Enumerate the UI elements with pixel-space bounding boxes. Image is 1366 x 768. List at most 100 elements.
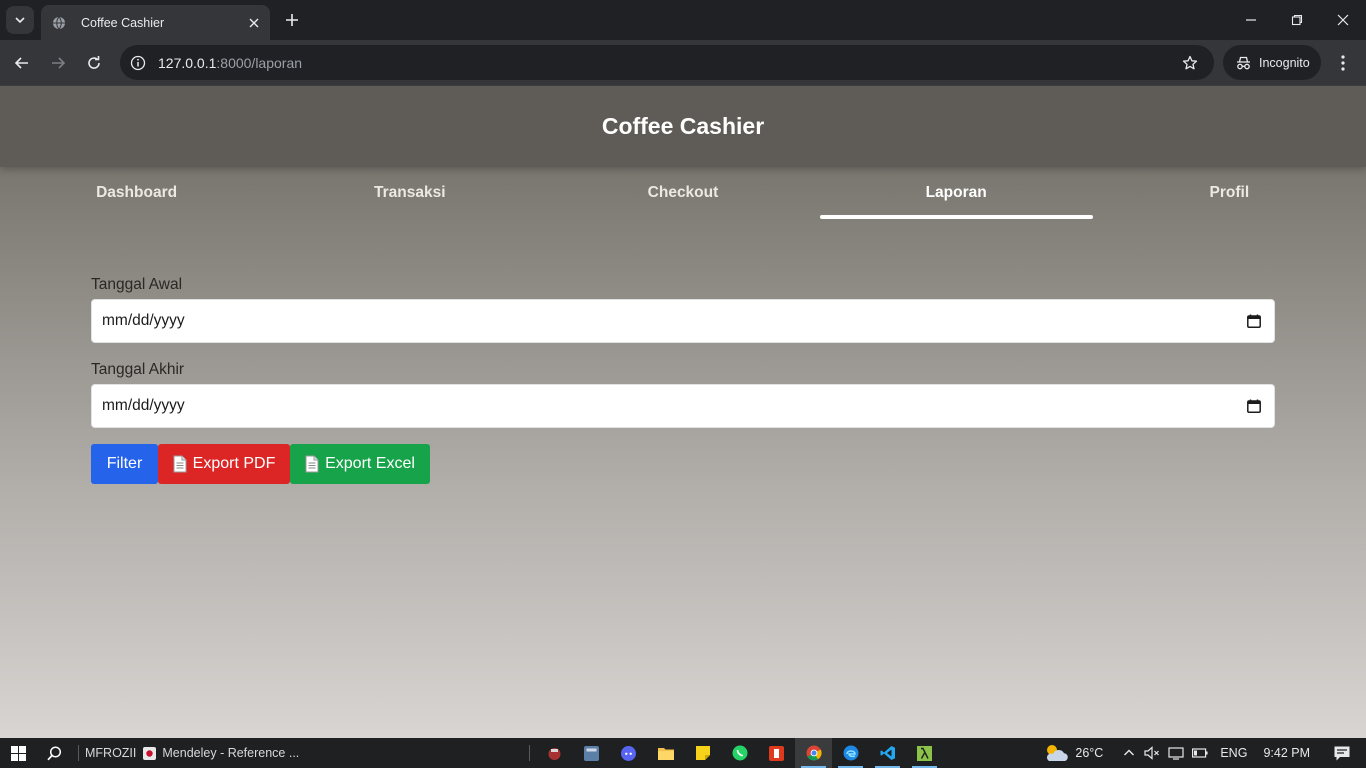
address-bar[interactable]: 127.0.0.1:8000/laporan: [120, 45, 1214, 80]
weather-icon[interactable]: [1043, 743, 1069, 763]
arrow-right-icon: [52, 57, 66, 69]
tab-search-button[interactable]: [6, 6, 34, 34]
taskbar-app-discord[interactable]: [610, 738, 647, 768]
arrow-left-icon: [14, 57, 28, 69]
minimize-button[interactable]: [1228, 0, 1274, 40]
restore-icon: [1291, 14, 1303, 26]
notifications-icon[interactable]: [1334, 746, 1350, 761]
input-language[interactable]: ENG: [1220, 746, 1247, 760]
export-pdf-button[interactable]: Export PDF: [158, 444, 290, 484]
page-viewport: Coffee Cashier Dashboard Transaksi Check…: [0, 86, 1366, 738]
discord-icon: [621, 745, 637, 761]
taskbar-app-vscode[interactable]: [869, 738, 906, 768]
start-date-label: Tanggal Awal: [91, 276, 183, 293]
nav-label: Profil: [1209, 184, 1250, 201]
taskbar-app-whatsapp[interactable]: [721, 738, 758, 768]
lambda-icon: [917, 745, 933, 761]
chevron-down-icon: [15, 17, 25, 24]
incognito-label: Incognito: [1259, 55, 1310, 70]
edge-icon: [843, 745, 859, 761]
globe-icon: [51, 15, 67, 31]
close-tab-icon[interactable]: [246, 15, 262, 31]
app-title: Coffee Cashier: [601, 113, 765, 139]
game-icon: [548, 747, 561, 760]
chevron-up-icon[interactable]: [1123, 747, 1135, 759]
minimize-icon: [1246, 19, 1256, 21]
filter-button[interactable]: Filter: [91, 444, 158, 484]
restore-button[interactable]: [1274, 0, 1320, 40]
start-date-value: mm/dd/yyyy: [102, 312, 185, 329]
nav-label: Dashboard: [96, 184, 178, 201]
nav-profil[interactable]: Profil: [1093, 167, 1366, 219]
export-excel-button[interactable]: Export Excel: [290, 444, 430, 484]
battery-icon[interactable]: [1192, 748, 1208, 758]
kebab-menu-icon: [1341, 55, 1345, 71]
nav-dashboard[interactable]: Dashboard: [0, 167, 273, 219]
back-button[interactable]: [8, 49, 36, 77]
folder-icon: [657, 748, 674, 760]
vscode-icon: [880, 746, 895, 760]
reload-button[interactable]: [80, 49, 108, 77]
chrome-icon: [806, 745, 822, 761]
volume-muted-icon[interactable]: [1144, 746, 1160, 760]
url-text: 127.0.0.1:8000/laporan: [158, 54, 303, 71]
new-tab-button[interactable]: [280, 8, 304, 32]
taskbar-app-red[interactable]: [758, 738, 795, 768]
calculator-icon: [584, 745, 600, 761]
site-info-icon[interactable]: [128, 53, 148, 73]
nav-checkout[interactable]: Checkout: [546, 167, 819, 219]
incognito-indicator[interactable]: Incognito: [1223, 45, 1321, 80]
end-date-value: mm/dd/yyyy: [102, 397, 185, 414]
sticky-note-icon: [695, 746, 710, 760]
end-date-input[interactable]: mm/dd/yyyy: [91, 384, 1275, 428]
tab-title: Coffee Cashier: [81, 15, 165, 30]
app-header: Coffee Cashier: [0, 86, 1366, 167]
document-icon: [305, 455, 319, 473]
incognito-icon: [1237, 56, 1250, 69]
taskbar: MFROZII Mendeley - Reference ... 26°C EN…: [0, 738, 1366, 768]
taskbar-app-chrome[interactable]: [795, 738, 833, 768]
browser-tab-active[interactable]: Coffee Cashier: [41, 5, 270, 40]
mendeley-icon: [143, 746, 157, 760]
export-pdf-label: Export PDF: [192, 455, 276, 472]
taskbar-separator: [78, 745, 79, 761]
weather-temperature[interactable]: 26°C: [1075, 746, 1103, 760]
search-icon: [46, 745, 61, 760]
browser-toolbar: 127.0.0.1:8000/laporan Incognito: [0, 40, 1366, 86]
calendar-icon[interactable]: [1244, 396, 1264, 416]
end-date-label: Tanggal Akhir: [91, 361, 185, 378]
export-excel-label: Export Excel: [325, 455, 415, 472]
nav-label: Checkout: [647, 184, 719, 201]
action-buttons: Filter Export PDF Export Excel: [91, 444, 1275, 484]
document-icon: [173, 455, 187, 473]
system-tray: 26°C ENG 9:42 PM: [1043, 738, 1366, 768]
windows-logo-icon: [10, 745, 26, 761]
forward-button[interactable]: [44, 49, 72, 77]
bookmark-star-icon[interactable]: [1178, 51, 1202, 75]
whatsapp-icon: [732, 745, 748, 761]
nav-laporan[interactable]: Laporan: [819, 167, 1093, 219]
taskbar-app-calculator[interactable]: [573, 738, 610, 768]
toolbar-user-label[interactable]: MFROZII: [85, 746, 136, 760]
nav-transaksi[interactable]: Transaksi: [273, 167, 546, 219]
start-date-input[interactable]: mm/dd/yyyy: [91, 299, 1275, 343]
taskbar-app-edge[interactable]: [832, 738, 869, 768]
taskbar-app-sticky-notes[interactable]: [684, 738, 721, 768]
taskbar-separator: [529, 745, 531, 761]
plus-icon: [286, 14, 298, 26]
calendar-icon[interactable]: [1244, 311, 1264, 331]
close-window-button[interactable]: [1320, 0, 1366, 40]
browser-menu-button[interactable]: [1331, 49, 1355, 77]
nav-label: Transaksi: [374, 184, 446, 201]
taskbar-app-lambda[interactable]: [906, 738, 943, 768]
start-button[interactable]: [0, 738, 36, 768]
network-icon[interactable]: [1168, 746, 1184, 760]
main-nav: Dashboard Transaksi Checkout Laporan Pro…: [0, 167, 1366, 219]
taskbar-app-game[interactable]: [536, 738, 573, 768]
browser-tab-bar: Coffee Cashier: [0, 0, 1366, 40]
clock[interactable]: 9:42 PM: [1263, 746, 1310, 760]
taskbar-search-button[interactable]: [36, 738, 72, 768]
active-window-title[interactable]: Mendeley - Reference ...: [162, 746, 299, 760]
nav-label: Laporan: [925, 184, 987, 201]
taskbar-app-explorer[interactable]: [647, 738, 684, 768]
